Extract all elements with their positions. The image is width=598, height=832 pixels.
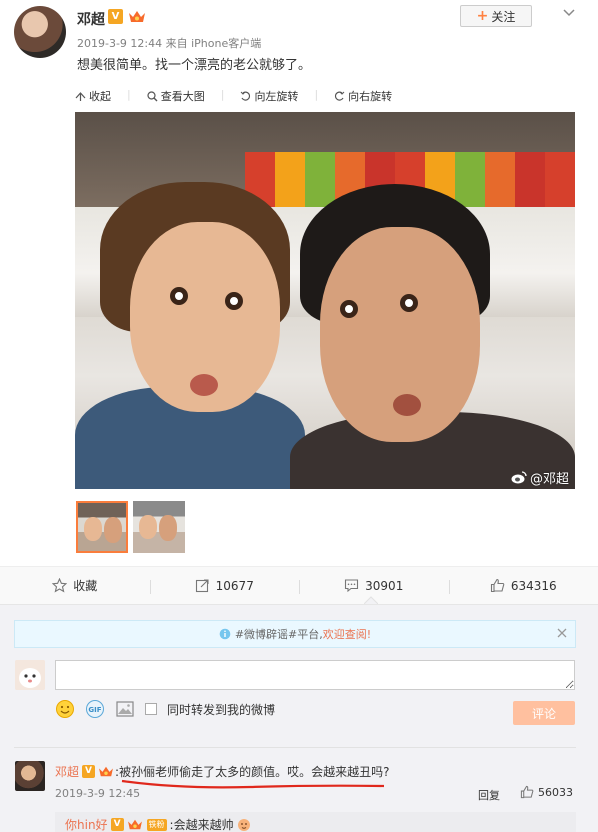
member-crown-icon xyxy=(127,819,142,830)
rotate-left-label: 向左旋转 xyxy=(254,90,299,103)
close-icon[interactable] xyxy=(556,627,568,639)
toolbar-divider: | xyxy=(127,88,131,101)
comment-username[interactable]: 邓超 xyxy=(55,763,79,780)
view-large-button[interactable]: 查看大图 xyxy=(147,88,205,104)
member-crown-icon xyxy=(129,11,145,22)
sub-comment-body: 你hin好 V 铁粉 : 会越来越帅 xyxy=(65,816,251,832)
comment-icon xyxy=(345,579,359,593)
verified-badge-icon: V xyxy=(82,765,96,778)
comment-input[interactable] xyxy=(55,660,575,690)
sub-comment-username[interactable]: 你hin好 xyxy=(65,816,108,832)
follow-label: 关注 xyxy=(491,9,516,24)
magnifier-icon xyxy=(147,90,158,101)
notice-text: #微博辟谣#平台, xyxy=(234,628,323,641)
verified-badge-icon: V xyxy=(110,818,124,831)
image-icon[interactable] xyxy=(115,699,135,719)
repost-icon xyxy=(195,579,209,593)
right-person-lips xyxy=(393,394,421,416)
like-count: 634316 xyxy=(510,578,557,593)
comment-button[interactable]: 30901 xyxy=(299,578,449,594)
favorite-label: 收藏 xyxy=(73,579,98,593)
action-bar: 收藏 10677 30901 634316 xyxy=(0,566,598,604)
comment-reply-button[interactable]: 回复 xyxy=(478,787,500,803)
thumbnail-face xyxy=(139,515,157,539)
comment-tools: GIF 同时转发到我的微博 xyxy=(55,699,275,719)
image-toolbar: 收起 | 查看大图 | 向左旋转 | 向右旋转 xyxy=(75,88,392,104)
gif-icon[interactable]: GIF xyxy=(85,699,105,719)
right-person-eye xyxy=(340,300,358,318)
post-meta: 2019-3-9 12:44 来自 iPhone客户端 xyxy=(77,37,262,50)
follow-button[interactable]: + 关注 xyxy=(460,5,532,27)
rotate-left-icon xyxy=(241,91,251,101)
fan-badge: 铁粉 xyxy=(146,818,167,831)
thumbnail-2[interactable] xyxy=(133,501,185,553)
comment-time: 2019-3-9 12:45 xyxy=(55,787,141,800)
collapse-label: 收起 xyxy=(89,90,111,103)
notice-link[interactable]: 欢迎查阅! xyxy=(323,626,371,642)
thumbnail-1[interactable] xyxy=(76,501,128,553)
left-person-eye xyxy=(170,287,188,305)
rotate-right-button[interactable]: 向右旋转 xyxy=(334,88,392,104)
comment-divider xyxy=(14,747,576,748)
comment-avatar[interactable] xyxy=(15,761,45,791)
collapse-icon xyxy=(75,91,86,101)
emoji-icon[interactable] xyxy=(55,699,75,719)
repost-checkbox[interactable] xyxy=(145,703,157,715)
photo-watermark: @邓超 xyxy=(511,468,569,487)
plus-icon: + xyxy=(476,8,489,24)
red-marker-underline xyxy=(121,779,385,789)
cat-avatar-icon xyxy=(15,660,45,690)
repost-count: 10677 xyxy=(215,578,254,593)
toolbar-divider: | xyxy=(314,88,319,101)
sub-comment-text: 会越来越帅 xyxy=(173,818,234,832)
member-crown-icon xyxy=(99,766,113,777)
thumbnail-face xyxy=(84,517,102,541)
comment-count: 30901 xyxy=(365,578,404,593)
weibo-logo-icon xyxy=(511,471,527,484)
my-avatar[interactable] xyxy=(15,660,45,690)
left-person-lips xyxy=(190,374,218,396)
thumbnail-face xyxy=(159,515,177,541)
view-large-label: 查看大图 xyxy=(160,90,205,103)
favorite-button[interactable]: 收藏 xyxy=(0,577,150,594)
comment-like-button[interactable]: 56033 xyxy=(520,785,573,799)
info-icon xyxy=(219,628,231,640)
rotate-right-icon xyxy=(335,91,345,101)
author-name[interactable]: 邓超 xyxy=(77,9,105,29)
author-avatar[interactable] xyxy=(14,6,66,58)
right-person-eye xyxy=(400,294,418,312)
collapse-button[interactable]: 收起 xyxy=(75,88,111,104)
left-person-eye xyxy=(225,292,243,310)
chevron-down-icon[interactable] xyxy=(562,8,576,18)
comment-like-count: 56033 xyxy=(538,785,573,799)
verified-badge-icon: V xyxy=(108,9,123,24)
active-tab-caret xyxy=(364,596,378,604)
thumbs-up-icon xyxy=(520,785,534,799)
sticker-emoji-icon xyxy=(237,818,250,831)
thumbs-up-icon xyxy=(490,578,505,593)
post-text: 想美很简单。找一个漂亮的老公就够了。 xyxy=(77,58,312,73)
repost-checkbox-label[interactable]: 同时转发到我的微博 xyxy=(167,701,275,718)
like-button[interactable]: 634316 xyxy=(448,578,598,594)
rotate-right-label: 向右旋转 xyxy=(348,90,393,103)
watermark-text: @邓超 xyxy=(530,472,570,487)
rotate-left-button[interactable]: 向左旋转 xyxy=(240,88,298,104)
submit-comment-button[interactable]: 评论 xyxy=(513,701,575,725)
star-icon xyxy=(52,578,68,593)
post-photo[interactable]: @邓超 xyxy=(75,112,575,489)
rumor-notice-banner: #微博辟谣#平台, 欢迎查阅! xyxy=(14,620,576,648)
repost-button[interactable]: 10677 xyxy=(149,578,300,594)
toolbar-divider: | xyxy=(220,88,225,101)
svg-text:GIF: GIF xyxy=(88,706,101,714)
thumbnail-face xyxy=(104,517,122,543)
